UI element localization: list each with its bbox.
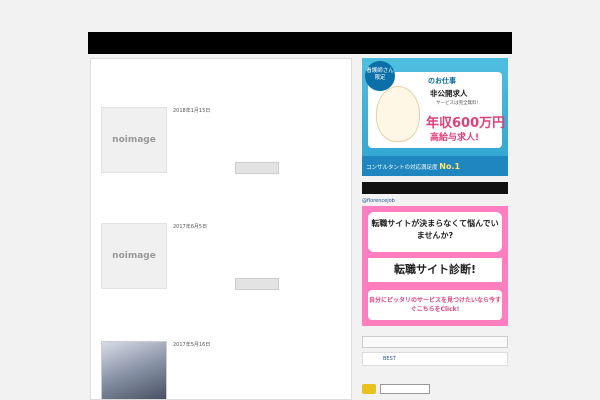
post-excerpt	[173, 352, 210, 390]
ad-headline: 高給与求人!	[430, 133, 480, 143]
post-list: noimage 2018年1月15日 noimage 2017年6月5日 201…	[90, 58, 352, 400]
ranking-widget-title	[362, 336, 508, 348]
job-site-diagnosis-ad[interactable]: 転職サイトが決まらなくて悩んでいませんか? 転職サイト診断! 自分にピッタリのサ…	[362, 206, 508, 326]
twitter-follow-link[interactable]: @florencejob	[362, 198, 395, 204]
post-meta: 2017年5月16日	[173, 341, 210, 348]
duck-mascot-icon	[376, 86, 420, 142]
post-thumbnail[interactable]: noimage	[101, 223, 167, 289]
post-excerpt	[173, 234, 279, 272]
post-card: 2017年5月16日	[101, 333, 345, 399]
post-card: noimage 2018年1月15日	[101, 99, 345, 174]
rss-feed-bar[interactable]	[362, 182, 508, 194]
main-nav	[88, 32, 512, 54]
post-date: 2017年6月5日	[173, 224, 208, 230]
search-input[interactable]	[380, 384, 430, 394]
nurse-job-ad-banner[interactable]: 看護師さん限定 のお仕事 非公開求人 サービスは完全無料! 年収600万円 高給…	[362, 58, 508, 176]
post-meta: 2017年6月5日	[173, 223, 279, 230]
post-thumbnail[interactable]: noimage	[101, 107, 167, 173]
ad-headline: 年収600万円	[426, 116, 506, 131]
ad-title: 転職サイト診断!	[368, 258, 502, 282]
sidebar: 看護師さん限定 のお仕事 非公開求人 サービスは完全無料! 年収600万円 高給…	[362, 58, 508, 400]
read-more-button[interactable]	[235, 278, 279, 290]
ad-button-text: 自分にピッタリのサービスを見つけたいなら今すぐこちらをClick!	[368, 290, 502, 320]
post-card: noimage 2017年6月5日	[101, 215, 345, 290]
ad-text: サービスは完全無料!	[436, 101, 479, 106]
post-thumbnail[interactable]	[101, 341, 167, 399]
ad-footer: コンサルタントの対応満足度 No.1	[362, 156, 508, 176]
ad-footer-text: コンサルタントの対応満足度	[366, 165, 438, 171]
post-date: 2017年5月16日	[173, 342, 211, 348]
noimage-label: noimage	[112, 251, 156, 261]
ad-question: 転職サイトが決まらなくて悩んでいませんか?	[368, 212, 502, 252]
noimage-label: noimage	[112, 135, 156, 145]
post-meta: 2018年1月15日	[173, 107, 279, 114]
read-more-button[interactable]	[235, 162, 279, 174]
ranking-item[interactable]: BEST	[362, 352, 508, 366]
post-date: 2018年1月15日	[173, 108, 211, 114]
ad-footer-badge: No.1	[439, 162, 461, 171]
post-excerpt	[173, 118, 279, 156]
ad-text: 非公開求人	[430, 89, 468, 98]
crown-icon	[362, 384, 376, 394]
ad-text: のお仕事	[428, 77, 456, 85]
